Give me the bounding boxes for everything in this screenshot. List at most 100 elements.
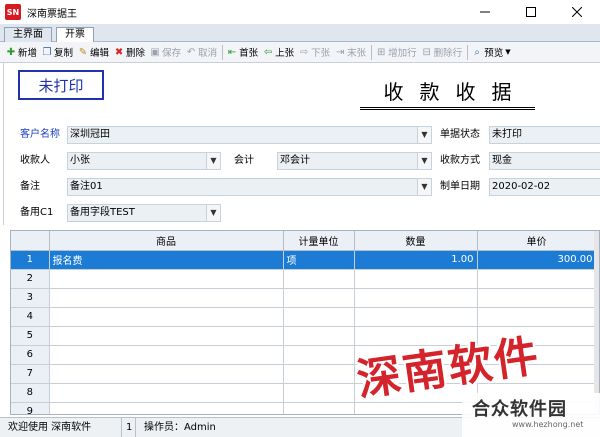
vertical-scrollbar[interactable]: [594, 231, 599, 414]
remark-select[interactable]: 备注01 ▼: [67, 178, 432, 196]
unit-cell[interactable]: 项: [283, 250, 355, 270]
copy-button[interactable]: ❐ 复制: [40, 43, 76, 61]
unit-cell[interactable]: [283, 383, 355, 403]
column-header-item[interactable]: 商品: [49, 231, 284, 251]
item-cell[interactable]: [49, 383, 284, 403]
chevron-down-icon: ▼: [505, 48, 511, 56]
minimize-button[interactable]: [462, 0, 508, 24]
column-header-qty[interactable]: 数量: [354, 231, 478, 251]
row-number: 5: [11, 326, 50, 346]
app-icon: SN: [5, 4, 21, 20]
pay-method-label: 收款方式: [440, 155, 480, 166]
remark-label: 备注: [20, 181, 40, 192]
chevron-down-icon[interactable]: ▼: [206, 153, 220, 169]
unit-cell[interactable]: [283, 326, 355, 346]
toolbar-separator: [467, 44, 469, 60]
accountant-select[interactable]: 邓会计 ▼: [277, 152, 432, 170]
item-cell[interactable]: [49, 288, 284, 308]
payee-select[interactable]: 小张 ▼: [67, 152, 221, 170]
tab-invoice[interactable]: 开票: [56, 27, 94, 43]
qty-cell[interactable]: [354, 288, 478, 308]
table-row[interactable]: 1 报名费 项 1.00 300.00: [11, 250, 597, 270]
chevron-down-icon[interactable]: ▼: [417, 179, 431, 195]
new-icon: ✚: [6, 46, 16, 58]
qty-cell[interactable]: [354, 269, 478, 289]
price-cell[interactable]: [477, 269, 597, 289]
table-header-row: 商品 计量单位 数量 单价: [11, 231, 597, 251]
next-button[interactable]: ⇨ 下张: [297, 43, 333, 61]
qty-cell[interactable]: [354, 307, 478, 327]
last-arrow-icon: ⇥: [335, 46, 345, 58]
delete-row-icon: ⊟: [422, 46, 431, 58]
status-operator: 操作员：Admin: [144, 421, 216, 433]
unit-cell[interactable]: [283, 402, 355, 414]
column-header-unit[interactable]: 计量单位: [283, 231, 355, 251]
customer-label: 客户名称: [20, 129, 60, 140]
prev-button[interactable]: ⇦ 上张: [261, 43, 297, 61]
item-cell[interactable]: [49, 269, 284, 289]
unit-cell[interactable]: [283, 364, 355, 384]
row-number: 7: [11, 364, 50, 384]
column-header-rownum: [11, 231, 50, 251]
price-cell[interactable]: [477, 288, 597, 308]
first-arrow-icon: ⇤: [227, 46, 237, 58]
edit-button[interactable]: ✎ 编辑: [76, 43, 112, 61]
column-header-price[interactable]: 单价: [477, 231, 597, 251]
prev-arrow-icon: ⇦: [263, 46, 273, 58]
table-row[interactable]: 3: [11, 288, 597, 308]
delete-icon: ✖: [114, 46, 124, 58]
pay-method-field[interactable]: 现金: [489, 152, 600, 170]
save-button[interactable]: ▣ 保存: [148, 43, 184, 61]
table-row[interactable]: 2: [11, 269, 597, 289]
site-url: www.hezhong.net: [512, 420, 584, 429]
window-controls: [462, 0, 600, 24]
last-button[interactable]: ⇥ 末张: [333, 43, 369, 61]
tab-main[interactable]: 主界面: [4, 27, 52, 42]
title-bar: SN 深南票据王: [0, 0, 600, 24]
save-icon: ▣: [150, 46, 160, 58]
copy-icon: ❐: [42, 46, 52, 58]
preview-button[interactable]: ⌕ 预览 ▼: [470, 43, 513, 61]
item-cell[interactable]: [49, 307, 284, 327]
unit-cell[interactable]: [283, 269, 355, 289]
unit-cell[interactable]: [283, 288, 355, 308]
site-watermark: 合众软件园 www.hezhong.net: [462, 393, 600, 437]
cancel-button[interactable]: ↶ 取消: [184, 43, 220, 61]
date-field[interactable]: 2020-02-02: [489, 178, 600, 196]
item-cell[interactable]: 报名费: [49, 250, 284, 270]
document-title: 收款收据: [360, 79, 535, 110]
item-cell[interactable]: [49, 402, 284, 414]
row-number: 4: [11, 307, 50, 327]
new-button[interactable]: ✚ 新增: [4, 43, 40, 61]
price-cell[interactable]: 300.00: [477, 250, 597, 270]
next-arrow-icon: ⇨: [299, 46, 309, 58]
row-number: 2: [11, 269, 50, 289]
row-number: 1: [11, 250, 50, 270]
item-cell[interactable]: [49, 364, 284, 384]
undo-icon: ↶: [186, 46, 196, 58]
delete-row-button[interactable]: ⊟ 删除行: [420, 43, 466, 61]
delete-button[interactable]: ✖ 删除: [112, 43, 148, 61]
close-icon: [572, 7, 582, 17]
chevron-down-icon[interactable]: ▼: [206, 205, 220, 221]
unit-cell[interactable]: [283, 345, 355, 365]
row-number: 3: [11, 288, 50, 308]
site-name: 合众软件园: [472, 399, 567, 420]
receipt-form: 未打印 收款收据 客户名称 深圳冠田 ▼ 单据状态 未打印 收款人 小张 ▼ 会…: [3, 63, 600, 225]
item-cell[interactable]: [49, 345, 284, 365]
spare-label: 备用C1: [20, 207, 54, 218]
unit-cell[interactable]: [283, 307, 355, 327]
item-cell[interactable]: [49, 326, 284, 346]
qty-cell[interactable]: 1.00: [354, 250, 478, 270]
close-button[interactable]: [554, 0, 600, 24]
chevron-down-icon[interactable]: ▼: [417, 153, 431, 169]
maximize-button[interactable]: [508, 0, 554, 24]
status-number: 1: [122, 417, 136, 437]
customer-select[interactable]: 深圳冠田 ▼: [67, 126, 432, 144]
add-row-button[interactable]: ⊞ 增加行: [374, 43, 420, 61]
first-button[interactable]: ⇤ 首张: [225, 43, 261, 61]
edit-icon: ✎: [78, 46, 88, 58]
chevron-down-icon[interactable]: ▼: [417, 127, 431, 143]
window-title: 深南票据王: [27, 8, 77, 20]
spare-select[interactable]: 备用字段TEST ▼: [67, 204, 221, 222]
